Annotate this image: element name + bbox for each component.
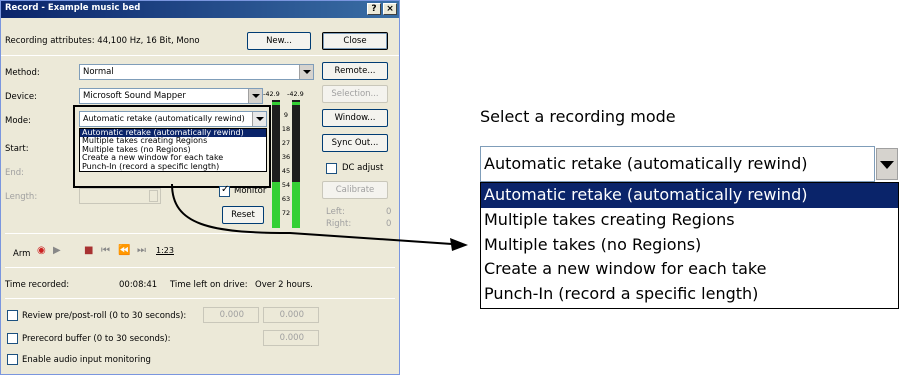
mode-option[interactable]: Automatic retake (automatically rewind) bbox=[481, 183, 898, 208]
callout-label: Select a recording mode bbox=[480, 107, 676, 126]
mode-option[interactable]: Create a new window for each take bbox=[481, 257, 898, 282]
mode-option[interactable]: Multiple takes (no Regions) bbox=[481, 233, 898, 258]
mode-option[interactable]: Multiple takes creating Regions bbox=[481, 208, 898, 233]
chevron-down-icon[interactable] bbox=[876, 148, 898, 180]
mode-options-list-zoomed: Automatic retake (automatically rewind) … bbox=[480, 182, 899, 309]
mode-dropdown-zoomed[interactable]: Automatic retake (automatically rewind) bbox=[480, 146, 875, 182]
mode-option[interactable]: Punch-In (record a specific length) bbox=[481, 282, 898, 307]
